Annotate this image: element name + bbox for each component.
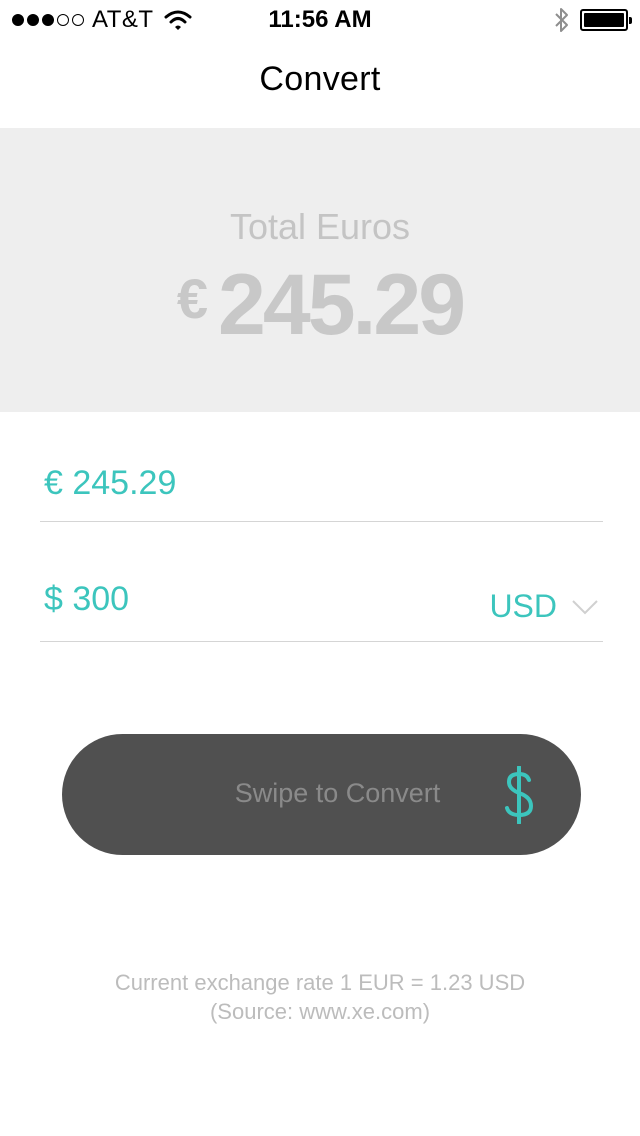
page-title: Convert (259, 60, 381, 98)
euro-amount-value[interactable]: € 245.29 (44, 464, 176, 503)
status-bar: AT&T 11:56 AM (0, 0, 640, 40)
bluetooth-icon (555, 8, 568, 32)
euro-symbol: € (176, 267, 209, 330)
rate-source-text: (Source: www.xe.com) (209, 999, 431, 1024)
total-amount: €245.29 (0, 256, 640, 355)
battery-tip (629, 17, 632, 24)
exchange-rate-text: Current exchange rate 1 EUR = 1.23 USD (114, 970, 526, 995)
currency-selector[interactable]: USD (489, 588, 599, 625)
euro-amount-field[interactable]: € 245.29 (40, 458, 603, 522)
status-time: 11:56 AM (268, 6, 372, 33)
currency-code: USD (489, 588, 557, 624)
total-label: Total Euros (229, 206, 411, 247)
battery-fill (584, 13, 624, 27)
usd-amount-value[interactable]: $ 300 (44, 580, 129, 619)
swipe-to-convert-button[interactable]: Swipe to Convert (62, 734, 581, 855)
dollar-icon[interactable] (501, 766, 537, 824)
usd-amount-field[interactable]: $ 300 USD (40, 574, 603, 642)
convert-screen: AT&T 11:56 AM Convert Total Euros €245.2… (0, 0, 640, 1136)
exchange-rate-info: Current exchange rate 1 EUR = 1.23 USD (… (0, 968, 640, 1026)
total-summary-panel: Total Euros €245.29 (0, 128, 640, 412)
status-right (554, 7, 632, 33)
total-value: 245.29 (218, 257, 466, 353)
battery-icon (580, 9, 632, 31)
chevron-down-icon (572, 599, 598, 614)
